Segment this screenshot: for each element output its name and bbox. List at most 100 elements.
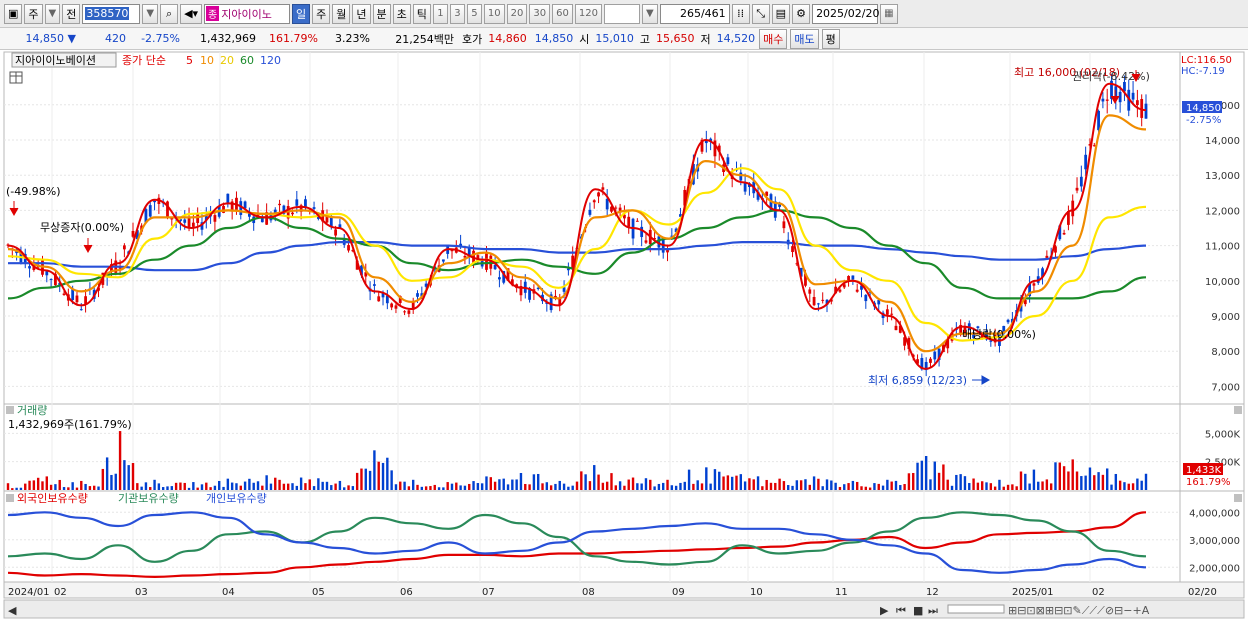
volume-bar	[562, 483, 566, 490]
period-select[interactable]: 주	[24, 3, 43, 24]
save-icon[interactable]: ▤	[771, 3, 791, 24]
period-dropdown-icon[interactable]: ▼	[44, 3, 61, 24]
candle-body	[1079, 176, 1083, 187]
month-label: 07	[482, 587, 495, 598]
stock-code-input[interactable]: 358570	[82, 3, 141, 24]
calendar-icon[interactable]: ▦	[880, 3, 898, 24]
volume-bar	[653, 486, 656, 490]
volume-bar	[463, 485, 467, 490]
candle-body	[597, 192, 600, 197]
volume-bar	[1062, 466, 1066, 490]
speaker-icon[interactable]: ◀▾	[180, 3, 203, 24]
candle-body	[816, 303, 820, 305]
volume-bar	[420, 486, 424, 490]
data-count: 265	[679, 7, 701, 20]
volume-panel	[3, 403, 1181, 492]
volume-bar	[912, 472, 915, 490]
volume-panel-icon[interactable]	[6, 406, 14, 414]
volume-bar	[205, 482, 208, 490]
tab-month[interactable]: 월	[332, 3, 351, 24]
zoom-icon[interactable]: ⤡	[751, 3, 770, 24]
volume-bar	[45, 476, 48, 490]
volume-bar	[692, 483, 695, 490]
interval-3[interactable]: 3	[449, 3, 465, 24]
candle-body	[62, 293, 66, 296]
volume-bar	[411, 479, 415, 490]
volume-bar	[631, 477, 635, 490]
stock-name-field[interactable]: 종 지아이이노	[204, 3, 291, 24]
zoom-slider[interactable]	[947, 604, 1005, 614]
volume-bar	[459, 485, 462, 490]
interval-custom-input[interactable]	[603, 3, 640, 24]
volume-bar	[187, 487, 191, 490]
holding-panel-icon[interactable]	[6, 494, 14, 502]
tab-week[interactable]: 주	[312, 3, 331, 24]
candle-body	[821, 299, 825, 301]
volume-bar	[446, 482, 449, 490]
interval-1[interactable]: 1	[432, 3, 448, 24]
sell-button[interactable]: 매도	[790, 28, 819, 49]
buy-button[interactable]: 매수	[759, 28, 788, 49]
prev-button[interactable]: 전	[62, 3, 81, 24]
grid-icon[interactable]: ⁞⁞	[731, 3, 750, 24]
volume-bar	[183, 482, 186, 490]
candle-body	[498, 277, 501, 280]
code-dropdown-icon[interactable]: ▼	[142, 3, 159, 24]
tab-minute[interactable]: 분	[372, 3, 391, 24]
interval-5[interactable]: 5	[466, 3, 482, 24]
volume-ratio: 161.79%	[269, 32, 318, 45]
price-tick-label: 12,000	[1205, 206, 1240, 217]
tool-icons[interactable]: ⊞⊟⊡⊠⊞⊟⊡✎⟋⟋⟋⊘⊟−+A	[1008, 604, 1150, 617]
volume-bar	[567, 486, 570, 490]
gear-icon[interactable]: ⚙	[792, 3, 811, 24]
legend-stock-name: 지아이이노베이션	[15, 54, 96, 67]
scroll-left-icon[interactable]: ◀	[8, 604, 17, 617]
chart-layout-icon[interactable]: ▣	[4, 3, 23, 24]
volume-bar	[1127, 483, 1130, 490]
eval-button[interactable]: 평	[821, 28, 840, 49]
search-icon[interactable]: ⌕	[160, 3, 179, 24]
volume-bar	[985, 482, 988, 490]
volume-bar	[355, 472, 359, 490]
tab-second[interactable]: 초	[392, 3, 411, 24]
volume-close-icon[interactable]	[1234, 406, 1242, 414]
candle-body	[933, 351, 937, 360]
scroll-first-icon[interactable]: ⏮	[896, 604, 906, 617]
tab-tick[interactable]: 틱	[412, 3, 431, 24]
volume-bar	[718, 471, 721, 490]
low-price: 14,520	[716, 32, 756, 45]
interval-60[interactable]: 60	[552, 3, 573, 24]
scroll-last-icon[interactable]: ⏭	[928, 604, 938, 617]
candle-body	[304, 199, 307, 207]
scroll-right-icon[interactable]: ▶	[880, 604, 889, 617]
volume-bar	[476, 483, 480, 490]
tab-day[interactable]: 일	[292, 3, 311, 24]
date-input[interactable]: 2025/02/20	[812, 3, 879, 24]
scroll-stop-icon[interactable]: ■	[913, 604, 923, 617]
volume-bar	[537, 473, 540, 490]
interval-20[interactable]: 20	[506, 3, 528, 24]
interval-30[interactable]: 30	[529, 3, 551, 24]
data-count-field[interactable]: 265/461	[659, 3, 730, 24]
chart-area[interactable]: 7,000 8,000 9,000 10,000 11,000 12,000 13,000 1…	[0, 50, 1248, 621]
price-tick-label: 14,000	[1205, 136, 1240, 147]
candle-body	[618, 207, 622, 211]
volume-bar	[299, 477, 303, 490]
volume-bar	[998, 479, 1001, 490]
month-label: 11	[835, 587, 848, 598]
month-label: 09	[672, 587, 685, 598]
volume-bar	[343, 487, 346, 490]
tab-year[interactable]: 년	[352, 3, 371, 24]
chart-svg[interactable]: 7,000 8,000 9,000 10,000 11,000 12,000 13,000 1…	[0, 50, 1248, 621]
candle-body	[1045, 255, 1049, 258]
holding-close-icon[interactable]	[1234, 494, 1242, 502]
candle-body	[416, 293, 419, 297]
interval-dropdown-icon[interactable]: ▼	[641, 3, 658, 24]
volume-bar	[489, 477, 492, 490]
volume-bar	[433, 484, 436, 490]
volume-bar	[485, 476, 488, 490]
interval-120[interactable]: 120	[574, 3, 602, 24]
interval-10[interactable]: 10	[483, 3, 505, 24]
stock-code-value: 358570	[85, 7, 130, 20]
volume-bar	[778, 478, 781, 490]
